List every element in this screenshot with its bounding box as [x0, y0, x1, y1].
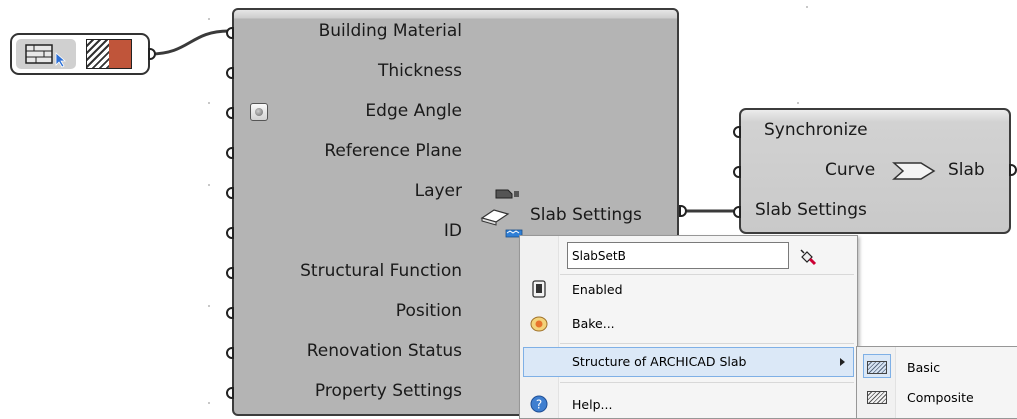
input-grip[interactable]: [226, 27, 234, 39]
menu-item-structure[interactable]: Structure of ARCHICAD Slab: [572, 354, 746, 369]
slab-arrow-icon: [892, 162, 936, 180]
input-layer[interactable]: Layer: [415, 181, 462, 201]
submenu-item-basic[interactable]: Basic: [907, 360, 940, 375]
menu-separator: [560, 274, 854, 275]
input-id[interactable]: ID: [444, 221, 462, 241]
enabled-switch-icon: [532, 280, 546, 298]
slab-settings-icon: [480, 189, 523, 238]
composite-structure-icon: [867, 391, 887, 404]
submenu-item-composite[interactable]: Composite: [907, 390, 974, 405]
help-icon: ?: [530, 395, 548, 413]
slab-component[interactable]: Synchronize Curve Slab Slab Settings: [733, 108, 1011, 234]
input-grip[interactable]: [226, 187, 234, 199]
material-swatch: [86, 39, 132, 69]
input-edge-angle[interactable]: Edge Angle: [365, 101, 462, 121]
edge-angle-toggle-icon[interactable]: [250, 103, 268, 121]
basic-structure-icon: [867, 361, 887, 374]
input-grip[interactable]: [733, 126, 741, 138]
menu-separator: [560, 382, 854, 383]
output-slab[interactable]: Slab: [948, 160, 985, 180]
input-grip[interactable]: [226, 387, 234, 399]
structure-submenu: Basic Composite: [856, 346, 1017, 419]
building-material-value-list[interactable]: [10, 33, 150, 75]
menu-item-bake[interactable]: Bake...: [572, 316, 615, 331]
submenu-arrow-icon: [840, 358, 845, 366]
input-structural-function[interactable]: Structural Function: [300, 261, 462, 281]
menu-item-enabled[interactable]: Enabled: [572, 282, 623, 297]
hatch-pattern: [87, 40, 109, 68]
input-grip[interactable]: [226, 347, 234, 359]
svg-text:?: ?: [536, 398, 542, 412]
menu-item-help[interactable]: Help...: [572, 397, 612, 412]
input-synchronize[interactable]: Synchronize: [764, 120, 868, 140]
rename-brush-icon[interactable]: [799, 248, 817, 266]
fill-color: [109, 40, 131, 68]
output-slab-settings[interactable]: Slab Settings: [530, 205, 642, 225]
input-grip[interactable]: [733, 166, 741, 178]
component-name-field[interactable]: [567, 242, 789, 269]
input-slab-settings[interactable]: Slab Settings: [755, 200, 867, 220]
input-reference-plane[interactable]: Reference Plane: [324, 141, 462, 161]
wire-material: [149, 29, 230, 56]
menu-separator: [560, 343, 854, 344]
input-curve[interactable]: Curve: [825, 160, 875, 180]
input-renovation-status[interactable]: Renovation Status: [307, 341, 462, 361]
input-grip[interactable]: [226, 67, 234, 79]
input-grip[interactable]: [226, 147, 234, 159]
bake-icon: [530, 316, 548, 332]
building-material-list-icon: [16, 39, 76, 69]
context-menu: Enabled Bake... Structure of ARCHICAD Sl…: [519, 235, 858, 419]
input-grip[interactable]: [733, 206, 741, 218]
input-position[interactable]: Position: [396, 301, 462, 321]
input-property-settings[interactable]: Property Settings: [315, 381, 462, 401]
input-grip[interactable]: [226, 227, 234, 239]
input-thickness[interactable]: Thickness: [378, 61, 462, 81]
input-grip[interactable]: [226, 107, 234, 119]
input-grip[interactable]: [226, 267, 234, 279]
input-grip[interactable]: [226, 307, 234, 319]
input-building-material[interactable]: Building Material: [319, 21, 462, 41]
